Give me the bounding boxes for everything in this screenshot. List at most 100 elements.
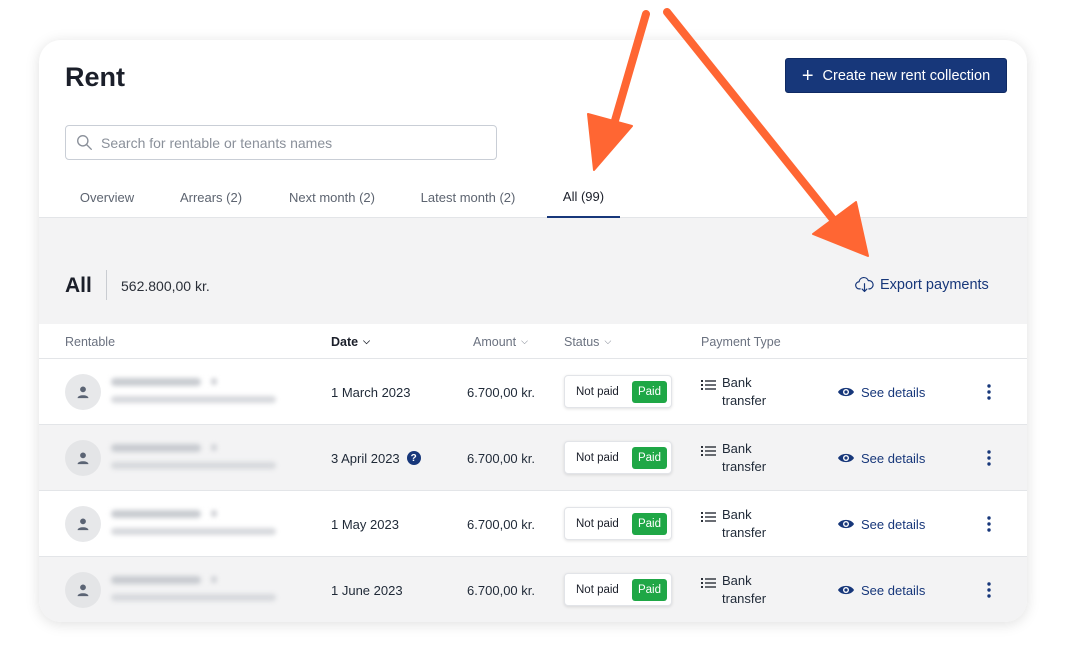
column-payment-type: Payment Type xyxy=(701,334,781,349)
payment-type: Bank transfer xyxy=(701,506,782,542)
eye-icon xyxy=(838,453,854,463)
see-details-link[interactable]: See details xyxy=(837,425,925,491)
column-date[interactable]: Date ⌵ xyxy=(331,324,370,359)
tenant-address-redacted xyxy=(111,396,276,403)
tenant-name-redacted xyxy=(111,378,201,386)
payment-type-line2: transfer xyxy=(722,591,767,606)
payment-amount: 6.700,00 kr. xyxy=(467,516,535,532)
see-details-link[interactable]: See details xyxy=(837,359,925,425)
export-payments-link[interactable]: Export payments xyxy=(855,276,989,293)
more-options-icon[interactable] xyxy=(979,513,999,535)
more-options-icon[interactable] xyxy=(979,579,999,601)
help-icon[interactable]: ? xyxy=(406,451,421,465)
eye-icon xyxy=(838,585,854,595)
tab-arrears[interactable]: Arrears (2) xyxy=(165,176,257,218)
tab-next-month[interactable]: Next month (2) xyxy=(272,176,392,218)
payment-amount: 6.700,00 kr. xyxy=(467,384,535,400)
tenant-name-redacted xyxy=(111,444,201,452)
tab-bar: Overview Arrears (2) Next month (2) Late… xyxy=(39,176,1027,218)
more-options-icon[interactable] xyxy=(979,381,999,403)
list-icon xyxy=(701,446,716,456)
status-paid-option[interactable]: Paid xyxy=(631,446,667,469)
payment-type-line2: transfer xyxy=(722,393,767,408)
user-icon xyxy=(77,518,89,531)
tab-overview[interactable]: Overview xyxy=(65,176,149,218)
summary-total: 562.800,00 kr. xyxy=(121,278,210,294)
status-paid-option[interactable]: Paid xyxy=(631,578,667,601)
see-details-link[interactable]: See details xyxy=(837,491,925,557)
table-row[interactable]: 1 March 2023 6.700,00 kr. Not paid Paid Bank… xyxy=(39,359,1027,425)
payment-type-line1: Bank xyxy=(722,507,752,522)
table-row[interactable]: 1 June 2023 6.700,00 kr. Not paid Paid Bank t… xyxy=(39,557,1027,622)
payment-type: Bank transfer xyxy=(701,440,782,476)
search-input[interactable] xyxy=(101,134,496,151)
see-details-link[interactable]: See details xyxy=(837,557,925,622)
tab-all[interactable]: All (99) xyxy=(547,176,620,218)
tenant-name-redacted xyxy=(111,576,201,584)
tenant-badge-redacted xyxy=(211,510,217,517)
tenant-badge-redacted xyxy=(211,378,217,385)
rent-card: Rent + Create new rent collection Overvi… xyxy=(39,40,1027,622)
chevron-down-icon: ⌵ xyxy=(521,336,528,346)
tenant-address-redacted xyxy=(111,462,276,469)
tenant-badge-redacted xyxy=(211,444,217,451)
payment-type: Bank transfer xyxy=(701,374,782,410)
tenant-address-redacted xyxy=(111,594,276,601)
table-row[interactable]: 1 May 2023 6.700,00 kr. Not paid Paid Bank tr… xyxy=(39,491,1027,557)
more-options-icon[interactable] xyxy=(979,447,999,469)
payment-type: Bank transfer xyxy=(701,572,782,608)
chevron-down-icon: ⌵ xyxy=(604,336,612,346)
status-toggle: Not paid Paid xyxy=(564,507,672,540)
search-box[interactable] xyxy=(65,125,497,160)
status-toggle: Not paid Paid xyxy=(564,375,672,408)
avatar xyxy=(65,572,101,608)
status-paid-option[interactable]: Paid xyxy=(631,512,667,535)
status-not-paid-option[interactable]: Not paid xyxy=(571,452,624,464)
summary-divider xyxy=(106,270,107,300)
avatar xyxy=(65,506,101,542)
payment-amount: 6.700,00 kr. xyxy=(467,450,535,466)
payment-type-line2: transfer xyxy=(722,525,767,540)
column-amount[interactable]: Amount ⌵ xyxy=(473,324,528,359)
payment-type-line2: transfer xyxy=(722,459,767,474)
page-title: Rent xyxy=(65,62,125,92)
create-rent-collection-button[interactable]: + Create new rent collection xyxy=(785,58,1007,93)
table-header: Rentable Date ⌵ Amount ⌵ Status ⌵ Paymen… xyxy=(39,324,1027,359)
payment-type-line1: Bank xyxy=(722,375,752,390)
user-icon xyxy=(77,452,89,465)
tab-latest-month[interactable]: Latest month (2) xyxy=(406,176,530,218)
user-icon xyxy=(77,386,89,399)
list-icon xyxy=(701,578,716,588)
payment-amount: 6.700,00 kr. xyxy=(467,582,535,598)
avatar xyxy=(65,374,101,410)
user-icon xyxy=(77,584,89,597)
search-icon xyxy=(77,135,92,150)
status-not-paid-option[interactable]: Not paid xyxy=(571,518,624,530)
cloud-download-icon xyxy=(855,276,874,293)
payment-type-line1: Bank xyxy=(722,573,752,588)
status-paid-option[interactable]: Paid xyxy=(631,380,667,403)
eye-icon xyxy=(838,387,854,397)
list-icon xyxy=(701,380,716,390)
tenant-badge-redacted xyxy=(211,576,217,583)
status-toggle: Not paid Paid xyxy=(564,441,672,474)
status-not-paid-option[interactable]: Not paid xyxy=(571,584,624,596)
list-icon xyxy=(701,512,716,522)
payment-date: 3 April 2023? xyxy=(331,425,421,491)
payment-date: 1 May 2023 xyxy=(331,516,399,532)
avatar xyxy=(65,440,101,476)
create-button-label: Create new rent collection xyxy=(822,67,991,84)
payment-type-line1: Bank xyxy=(722,441,752,456)
status-toggle: Not paid Paid xyxy=(564,573,672,606)
payment-date: 1 March 2023 xyxy=(331,384,411,400)
export-label: Export payments xyxy=(880,276,989,293)
column-rentable: Rentable xyxy=(65,334,116,349)
status-not-paid-option[interactable]: Not paid xyxy=(571,386,624,398)
tenant-name-redacted xyxy=(111,510,201,518)
summary-bar: All 562.800,00 kr. Export payments xyxy=(39,218,1027,324)
summary-title: All xyxy=(65,274,92,297)
table-row[interactable]: 3 April 2023? 6.700,00 kr. Not paid Paid Ban… xyxy=(39,425,1027,491)
tenant-address-redacted xyxy=(111,528,276,535)
payment-date: 1 June 2023 xyxy=(331,582,403,598)
column-status[interactable]: Status ⌵ xyxy=(564,324,611,359)
